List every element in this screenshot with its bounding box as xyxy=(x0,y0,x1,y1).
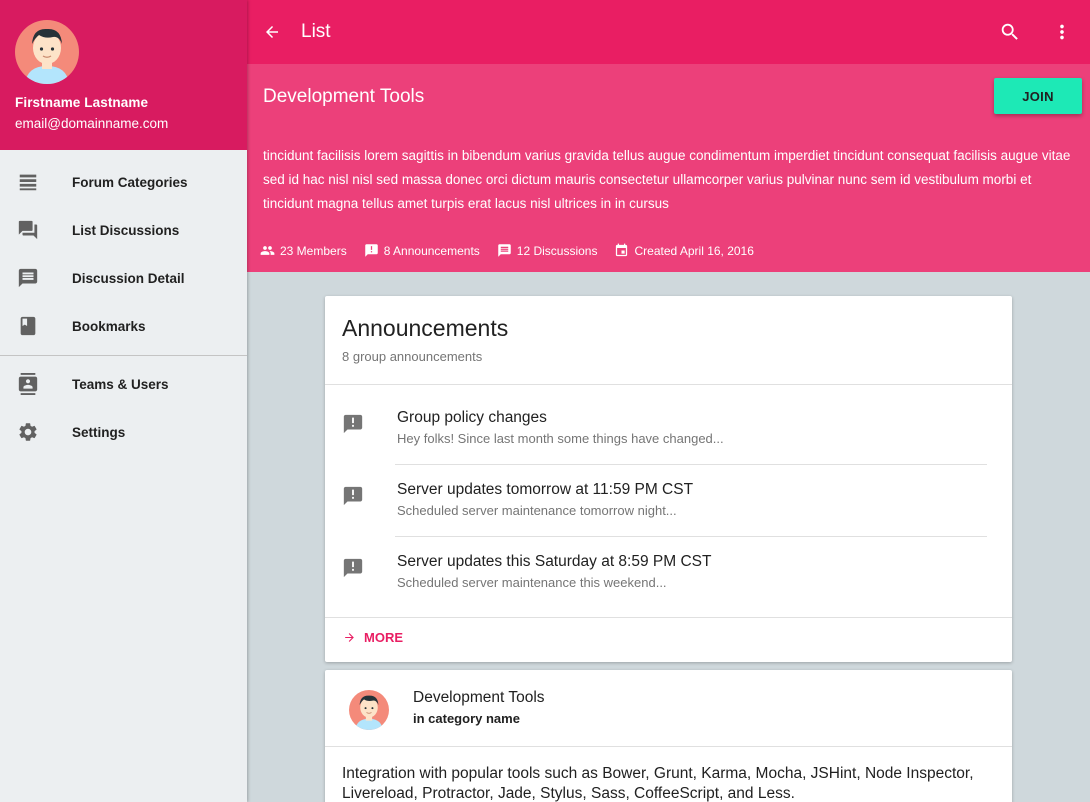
nav-item-discussion-detail[interactable]: Discussion Detail xyxy=(0,254,247,302)
announcements-count: 8 Announcements xyxy=(383,243,480,258)
more-label: MORE xyxy=(364,630,403,645)
nav-list: Forum Categories List Discussions Discus… xyxy=(0,150,247,456)
card-title: Development Tools xyxy=(413,689,545,706)
divider xyxy=(325,617,1012,618)
discussion-card: Development Tools in category name Integ… xyxy=(325,670,1012,802)
navigation-drawer: Firstname Lastname email@domainname.com … xyxy=(0,0,247,802)
nav-label: Bookmarks xyxy=(72,318,146,334)
announcements-stat: 8 Announcements xyxy=(364,243,480,258)
announcement-item[interactable]: Server updates this Saturday at 8:59 PM … xyxy=(325,553,1012,625)
contacts-icon xyxy=(0,373,72,395)
announcement-desc: Hey folks! Since last month some things … xyxy=(397,431,724,446)
announcement-icon xyxy=(342,413,364,435)
created-stat: Created April 16, 2016 xyxy=(614,243,754,258)
nav-item-forum-categories[interactable]: Forum Categories xyxy=(0,158,247,206)
card-title: Announcements xyxy=(342,315,509,341)
divider xyxy=(325,746,1012,747)
people-icon xyxy=(260,246,275,255)
members-count: 23 Members xyxy=(280,243,347,258)
calendar-icon xyxy=(616,243,628,257)
divider xyxy=(325,384,1012,385)
announcement-title: Server updates tomorrow at 11:59 PM CST xyxy=(397,481,694,498)
book-icon xyxy=(0,315,72,337)
message-icon xyxy=(0,267,72,289)
nav-item-teams-users[interactable]: Teams & Users xyxy=(0,360,247,408)
back-arrow-icon[interactable] xyxy=(263,23,281,41)
avatar[interactable] xyxy=(15,20,79,84)
app-toolbar: List xyxy=(247,0,1090,64)
announcement-title: Server updates this Saturday at 8:59 PM … xyxy=(397,553,712,570)
group-stats: 23 Members 8 Announcements 12 Discussion… xyxy=(260,243,771,258)
chat-icon xyxy=(498,244,511,257)
view-list-icon xyxy=(0,171,72,193)
announcements-card: Announcements 8 group announcements Grou… xyxy=(325,296,1012,662)
announcement-item[interactable]: Server updates tomorrow at 11:59 PM CST … xyxy=(325,481,1012,553)
nav-label: List Discussions xyxy=(72,222,180,238)
announcement-title: Group policy changes xyxy=(397,409,547,426)
created-date: Created April 16, 2016 xyxy=(634,243,754,258)
group-title: Development Tools xyxy=(263,86,425,107)
discussions-stat: 12 Discussions xyxy=(497,243,598,258)
members-stat: 23 Members xyxy=(260,243,347,258)
item-divider xyxy=(395,464,987,465)
more-vert-icon[interactable] xyxy=(1050,20,1074,44)
toolbar-actions xyxy=(998,20,1090,44)
nav-item-bookmarks[interactable]: Bookmarks xyxy=(0,302,247,350)
announcement-icon xyxy=(342,485,364,507)
item-divider xyxy=(395,536,987,537)
profile-header: Firstname Lastname email@domainname.com xyxy=(0,0,247,150)
announcement-item[interactable]: Group policy changes Hey folks! Since la… xyxy=(325,409,1012,481)
search-icon[interactable] xyxy=(998,20,1022,44)
announcement-icon xyxy=(342,557,364,579)
group-header: Development Tools JOIN tincidunt facilis… xyxy=(247,64,1090,272)
profile-email: email@domainname.com xyxy=(15,116,169,131)
group-description: tincidunt facilisis lorem sagittis in bi… xyxy=(263,148,1071,211)
join-button[interactable]: JOIN xyxy=(994,78,1082,114)
card-body: Integration with popular tools such as B… xyxy=(342,765,974,802)
page-title: List xyxy=(301,21,331,42)
card-subtitle: 8 group announcements xyxy=(342,349,483,364)
forum-icon xyxy=(0,219,72,241)
nav-label: Settings xyxy=(72,424,126,440)
nav-item-settings[interactable]: Settings xyxy=(0,408,247,456)
announcement-desc: Scheduled server maintenance this weeken… xyxy=(397,575,667,590)
nav-item-list-discussions[interactable]: List Discussions xyxy=(0,206,247,254)
nav-label: Forum Categories xyxy=(72,174,188,190)
card-category: in category name xyxy=(413,711,520,726)
profile-name: Firstname Lastname xyxy=(15,95,149,110)
avatar[interactable] xyxy=(349,690,389,730)
more-button[interactable]: MORE xyxy=(343,630,403,645)
nav-label: Teams & Users xyxy=(72,376,169,392)
gear-icon xyxy=(0,421,72,443)
nav-label: Discussion Detail xyxy=(72,270,185,286)
announcement-desc: Scheduled server maintenance tomorrow ni… xyxy=(397,503,677,518)
nav-divider xyxy=(0,355,247,356)
arrow-forward-icon xyxy=(345,633,354,642)
announcement-icon xyxy=(364,244,378,257)
discussions-count: 12 Discussions xyxy=(516,243,598,258)
